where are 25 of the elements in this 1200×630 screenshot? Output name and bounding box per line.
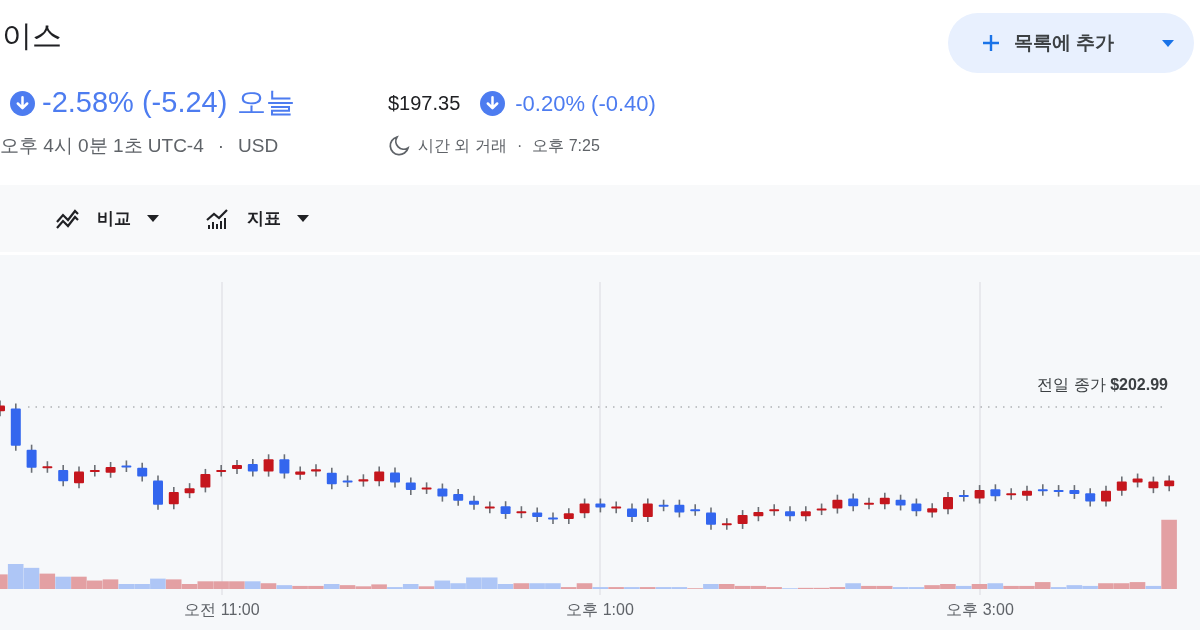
after-hours-time: 오후 7:25	[532, 136, 600, 156]
add-to-list-button[interactable]: 목록에 추가	[948, 13, 1194, 73]
currency-label: USD	[238, 133, 279, 158]
after-hours-change: -0.20% (-0.40)	[515, 89, 656, 118]
period-label: 오늘	[237, 85, 296, 121]
timestamp: 오후 4시 0분 1초 UTC-4	[0, 133, 204, 158]
axis-label: 오전 11:00	[184, 600, 260, 620]
axis-label: 오후 1:00	[566, 600, 634, 620]
plus-icon	[982, 34, 1000, 52]
after-hours-price: $197.35	[388, 91, 461, 116]
separator-dot: ·	[516, 136, 523, 156]
caret-icon	[297, 215, 309, 222]
indicators-button[interactable]: 지표	[205, 205, 309, 232]
price-change: -2.58% (-5.24)	[42, 85, 228, 121]
stock-title: 이스	[2, 18, 62, 54]
compare-button[interactable]: 비교	[55, 205, 159, 232]
previous-close-label: 전일 종가 $202.99	[1037, 375, 1168, 395]
axis-label: 오후 3:00	[946, 600, 1014, 620]
moon-icon	[388, 135, 410, 157]
compare-lines-icon	[55, 207, 81, 230]
chart-bars-icon	[205, 207, 231, 230]
caret-icon	[147, 215, 159, 222]
after-hours-label: 시간 외 거래	[418, 136, 507, 156]
separator-dot: ·	[217, 133, 225, 158]
caret-icon	[1162, 39, 1174, 47]
